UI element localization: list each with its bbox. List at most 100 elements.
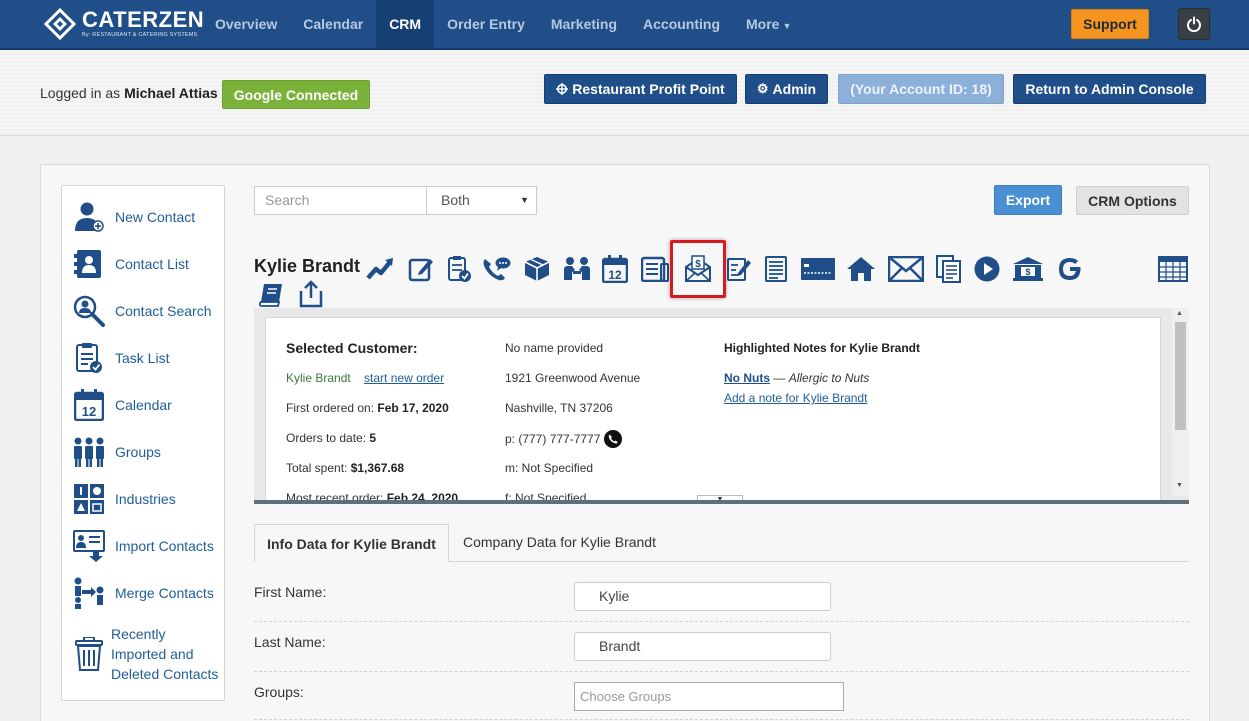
contact-search-icon — [72, 294, 106, 328]
first-name-input[interactable]: Kylie — [574, 582, 831, 611]
total-spent-row: Total spent: $1,367.68 — [286, 461, 404, 475]
home-icon[interactable] — [846, 254, 876, 284]
logout-button[interactable] — [1178, 8, 1210, 40]
sidebar-item-groups[interactable]: Groups — [62, 435, 224, 469]
last-name-input[interactable]: Brandt — [574, 632, 831, 661]
notes-edit-icon[interactable] — [724, 254, 754, 284]
search-input[interactable]: Search — [254, 186, 427, 215]
industries-icon — [72, 482, 106, 516]
sales-chart-icon[interactable] — [365, 254, 395, 284]
search-scope-value: Both — [441, 192, 470, 208]
account-id-button[interactable]: (Your Account ID: 18) — [838, 74, 1004, 104]
customer-name-heading: Kylie Brandt — [254, 256, 361, 276]
select-caret-icon: ▼ — [520, 195, 529, 205]
export-button[interactable]: Export — [994, 185, 1062, 215]
row-divider — [254, 671, 1189, 672]
logged-in-user: Michael Attias — [124, 85, 218, 101]
sidebar-item-contact-search[interactable]: Contact Search — [62, 294, 224, 328]
groups-select[interactable]: Choose Groups — [574, 682, 844, 711]
note-text: Allergic to Nuts — [788, 371, 870, 385]
orders-to-date-label: Orders to date: — [286, 431, 367, 445]
return-admin-console-button[interactable]: Return to Admin Console — [1013, 74, 1206, 104]
nav-overview[interactable]: Overview — [202, 0, 290, 48]
add-note-link[interactable]: Add a note for Kylie Brandt — [724, 391, 867, 405]
sidebar-label-groups: Groups — [115, 444, 161, 460]
task-check-icon[interactable] — [445, 254, 475, 284]
restaurant-profit-point-button[interactable]: Restaurant Profit Point — [544, 74, 737, 104]
phone-number: p: (777) 777-7777 — [505, 432, 601, 446]
task-list-icon — [72, 341, 106, 375]
bank-icon[interactable]: $ — [1011, 254, 1045, 284]
panel-resize-handle[interactable]: ▼ — [697, 495, 743, 500]
customer-summary-content: Selected Customer: Kylie Brandt start ne… — [265, 317, 1161, 504]
admin-button[interactable]: ⚙ Admin — [745, 74, 828, 104]
meeting-icon[interactable] — [562, 254, 592, 284]
caret-down-icon: ▼ — [782, 21, 792, 31]
nav-calendar[interactable]: Calendar — [290, 0, 376, 48]
scroll-thumb[interactable] — [1175, 322, 1186, 430]
document-list-icon[interactable] — [761, 254, 791, 284]
svg-text:12: 12 — [82, 404, 96, 419]
top-navbar: CATERZEN By: RESTAURANT & CATERING SYSTE… — [0, 0, 1249, 50]
credit-card-icon[interactable] — [799, 254, 837, 284]
address-line-1: 1921 Greenwood Avenue — [505, 371, 641, 385]
sidebar-item-merge-contacts[interactable]: Merge Contacts — [62, 576, 224, 610]
scroll-down-icon[interactable]: ▼ — [1176, 482, 1183, 489]
sidebar-item-recently-deleted[interactable]: Recently Imported and Deleted Contacts — [62, 624, 224, 684]
google-icon[interactable] — [1055, 254, 1085, 284]
sidebar-item-new-contact[interactable]: New Contact — [62, 200, 224, 234]
sidebar-item-industries[interactable]: Industries — [62, 482, 224, 516]
calendar-toolbar-icon[interactable]: 12 — [600, 254, 630, 284]
caterzen-logo[interactable]: CATERZEN By: RESTAURANT & CATERING SYSTE… — [44, 8, 204, 40]
nav-order-entry[interactable]: Order Entry — [434, 0, 538, 48]
scroll-up-icon[interactable]: ▲ — [1176, 310, 1183, 317]
sidebar-item-task-list[interactable]: Task List — [62, 341, 224, 375]
support-button[interactable]: Support — [1071, 9, 1149, 39]
book-icon[interactable] — [257, 279, 287, 309]
search-scope-select[interactable]: Both ▼ — [426, 186, 537, 215]
selected-customer-label: Selected Customer: — [286, 340, 417, 356]
gear-icon: ⚙ — [756, 81, 769, 96]
tab-company-data[interactable]: Company Data for Kylie Brandt — [463, 534, 656, 550]
nav-more[interactable]: More ▼ — [733, 0, 804, 48]
phone-chat-icon[interactable] — [481, 254, 511, 284]
note-title-link[interactable]: No Nuts — [724, 371, 770, 385]
brand-name: CATERZEN — [82, 7, 205, 33]
logged-in-prefix: Logged in as — [40, 85, 121, 101]
start-new-order-link[interactable]: start new order — [364, 371, 444, 385]
last-name-label: Last Name: — [254, 634, 326, 650]
contact-list-icon — [72, 247, 106, 281]
customer-name-link[interactable]: Kylie Brandt — [286, 371, 351, 385]
share-upload-icon[interactable] — [296, 279, 326, 309]
nav-accounting[interactable]: Accounting — [630, 0, 733, 48]
google-connected-button[interactable]: Google Connected — [222, 80, 370, 109]
crm-options-button[interactable]: CRM Options — [1076, 186, 1189, 215]
recent-order-value: Feb 24, 2020 — [386, 491, 459, 504]
note-separator: — — [773, 371, 786, 385]
grid-view-icon[interactable] — [1158, 254, 1188, 284]
sidebar-item-calendar[interactable]: 12 Calendar — [62, 388, 224, 422]
customer-summary-panel: Selected Customer: Kylie Brandt start ne… — [254, 308, 1189, 504]
summary-scrollbar[interactable]: ▲ ▼ — [1172, 308, 1189, 496]
phone-call-icon[interactable] — [604, 430, 623, 448]
edit-icon[interactable] — [406, 254, 436, 284]
nav-marketing[interactable]: Marketing — [538, 0, 630, 48]
nav-crm[interactable]: CRM — [376, 0, 435, 48]
receipt-icon[interactable] — [640, 254, 670, 284]
sidebar-label-calendar: Calendar — [115, 397, 172, 413]
documents-icon[interactable] — [934, 254, 964, 284]
new-contact-icon — [72, 200, 106, 234]
selected-customer-label-text: Selected Customer: — [286, 340, 418, 356]
note-row: No Nuts — Allergic to Nuts — [724, 371, 869, 385]
package-icon[interactable] — [522, 254, 552, 284]
highlighted-notes-title: Highlighted Notes for Kylie Brandt — [724, 341, 920, 355]
play-icon[interactable] — [972, 254, 1002, 284]
tab-divider — [449, 561, 1189, 562]
tab-info-data[interactable]: Info Data for Kylie Brandt — [254, 524, 449, 562]
crm-sidebar: New Contact Contact List Contact Search … — [61, 185, 225, 701]
sidebar-label-import-contacts: Import Contacts — [115, 538, 214, 554]
phone-row: p: (777) 777-7777 — [505, 430, 623, 448]
sidebar-item-contact-list[interactable]: Contact List — [62, 247, 224, 281]
sidebar-item-import-contacts[interactable]: Import Contacts — [62, 529, 224, 563]
email-icon[interactable] — [887, 254, 925, 284]
